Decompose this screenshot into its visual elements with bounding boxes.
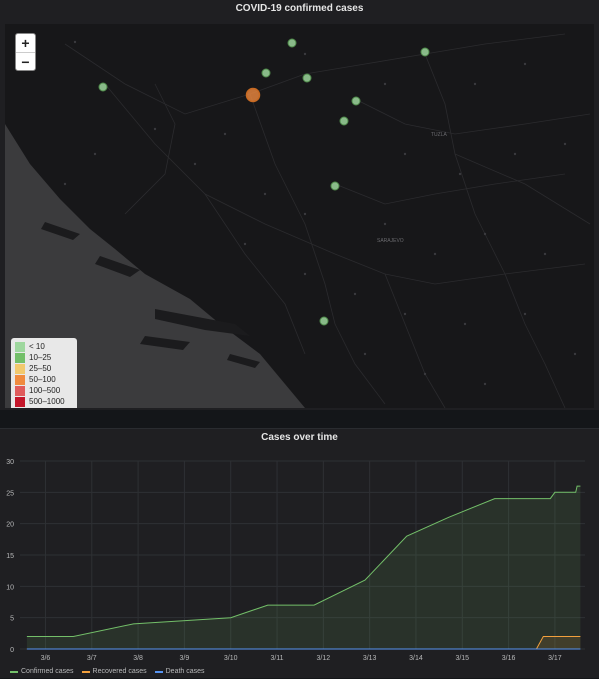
legend-label: 25–50 <box>29 364 52 373</box>
chart-legend-swatch <box>81 670 90 673</box>
chart-legend: Confirmed cases Recovered cases Death case… <box>10 668 213 675</box>
chart-legend-label: Recovered cases <box>92 668 147 675</box>
legend-swatch <box>15 396 25 407</box>
zoom-out-button[interactable]: − <box>16 52 35 70</box>
x-tick-label: 3/6 <box>41 655 51 662</box>
legend-item: 100–500 <box>15 385 73 396</box>
case-marker[interactable] <box>302 73 312 83</box>
x-tick-label: 3/11 <box>270 655 283 662</box>
y-tick-label: 10 <box>6 584 14 591</box>
zoom-in-button[interactable]: + <box>16 34 35 52</box>
chart-legend-swatch <box>10 670 18 673</box>
case-marker[interactable] <box>420 47 430 57</box>
case-marker[interactable] <box>339 116 349 126</box>
y-tick-label: 15 <box>6 553 14 560</box>
x-tick-label: 3/14 <box>409 655 423 662</box>
legend-label: 100–500 <box>29 386 61 395</box>
map-panel-title: COVID-19 confirmed cases <box>235 3 364 14</box>
x-tick-label: 3/17 <box>548 655 562 662</box>
y-tick-label: 25 <box>6 490 14 497</box>
chart-legend-swatch <box>154 670 163 673</box>
legend-swatch <box>15 385 25 396</box>
legend-item: 50–100 <box>15 374 73 385</box>
chart-legend-item[interactable]: Death cases <box>154 668 205 675</box>
x-tick-label: 3/9 <box>180 655 190 662</box>
case-marker[interactable] <box>261 68 271 78</box>
legend-item: 25–50 <box>15 363 73 374</box>
chart-panel: Cases over time 0 5 10 15 20 25 30 3/6 3/7 3/8 3/9… <box>0 428 599 678</box>
x-tick-label: 3/16 <box>502 655 516 662</box>
x-tick-label: 3/7 <box>87 655 97 662</box>
legend-label: 50–100 <box>29 375 56 384</box>
series-area <box>26 486 581 649</box>
x-tick-label: 3/8 <box>133 655 143 662</box>
map-panel: COVID-19 confirmed cases SARAJEVO TUZLA … <box>0 0 599 410</box>
y-tick-label: 20 <box>6 522 14 529</box>
y-tick-label: 5 <box>10 616 14 623</box>
case-marker[interactable] <box>351 96 361 106</box>
legend-label: 500–1000 <box>29 397 65 406</box>
legend-swatch <box>15 363 25 374</box>
x-tick-label: 3/10 <box>224 655 238 662</box>
x-tick-label: 3/15 <box>455 655 469 662</box>
chart-legend-item[interactable]: Recovered cases <box>81 668 147 675</box>
case-marker[interactable] <box>98 82 108 92</box>
legend-item: 500–1000 <box>15 396 73 407</box>
map-canvas[interactable]: SARAJEVO TUZLA <box>5 24 594 408</box>
map-legend: < 10 10–25 25–50 50–100 100–500 500–1000 <box>11 338 77 408</box>
legend-label: < 10 <box>29 342 45 351</box>
y-tick-label: 30 <box>6 459 14 466</box>
city-label-tuzla: TUZLA <box>431 132 448 138</box>
y-tick-label: 0 <box>10 647 14 654</box>
case-marker[interactable] <box>319 316 329 326</box>
legend-item: 10–25 <box>15 352 73 363</box>
map-area[interactable]: SARAJEVO TUZLA + − < 10 10–25 25–50 50–1… <box>5 24 594 408</box>
case-marker[interactable] <box>287 38 297 48</box>
chart-legend-label: Death cases <box>165 668 205 675</box>
zoom-control: + − <box>15 33 36 71</box>
legend-swatch <box>15 374 25 385</box>
legend-swatch <box>15 341 25 352</box>
x-tick-label: 3/13 <box>363 655 377 662</box>
legend-label: 10–25 <box>29 353 52 362</box>
capital-label: SARAJEVO <box>377 238 404 244</box>
legend-item: < 10 <box>15 341 73 352</box>
case-marker[interactable] <box>330 181 340 191</box>
case-marker-large[interactable] <box>245 87 261 103</box>
cases-chart[interactable]: 0 5 10 15 20 25 30 3/6 3/7 3/8 3/9 3/10 3/11 3/12 3/13… <box>0 429 599 679</box>
x-tick-label: 3/12 <box>317 655 331 662</box>
chart-legend-item[interactable]: Confirmed cases <box>10 668 74 675</box>
chart-legend-label: Confirmed cases <box>21 668 74 675</box>
legend-swatch <box>15 352 25 363</box>
